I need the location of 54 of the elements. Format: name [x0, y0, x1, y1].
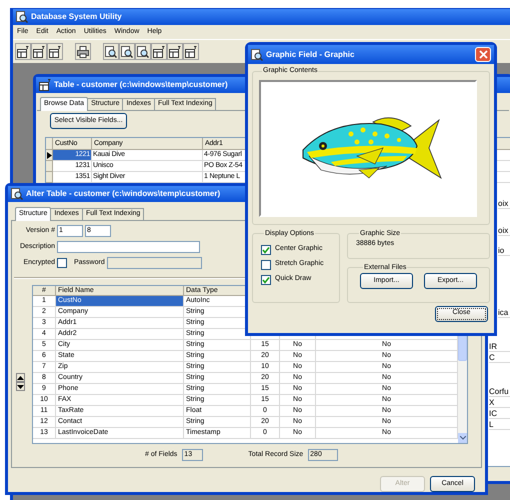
table-icon — [185, 46, 197, 58]
table-cell: IR — [489, 342, 510, 352]
table-cell: io — [498, 246, 510, 256]
chevron-down-icon — [460, 436, 466, 440]
toolbar-button[interactable] — [119, 43, 135, 60]
table-icon — [33, 46, 45, 58]
table-icon — [153, 46, 165, 58]
magnifier-icon — [251, 48, 263, 60]
table-icon — [39, 79, 51, 91]
row-pointer-icon — [46, 152, 52, 158]
toolbar-button[interactable] — [75, 43, 91, 60]
table-cell: Corfu — [489, 387, 510, 397]
window-title: Graphic Field - Graphic — [266, 48, 354, 60]
magnifier-icon — [105, 46, 117, 58]
close-button[interactable] — [475, 47, 491, 62]
toolbar-button[interactable] — [15, 43, 31, 60]
down-arrow-icon — [17, 384, 24, 388]
table-icon — [49, 46, 61, 58]
table-icon — [169, 46, 181, 58]
checkbox[interactable] — [261, 244, 271, 254]
toolbar-button[interactable] — [183, 43, 199, 60]
table-cell: L — [489, 420, 510, 430]
magnifier-icon — [121, 46, 133, 58]
password-field[interactable] — [106, 257, 202, 269]
magnifier-icon — [11, 188, 23, 200]
grid-corner — [46, 138, 53, 150]
window-title: Table - customer (c:\windows\temp\customer) — [54, 79, 228, 91]
description-field[interactable] — [57, 241, 200, 253]
table-icon — [17, 46, 29, 58]
close-icon — [478, 50, 488, 59]
window-title: Alter Table - customer (c:\windows\temp\customer) — [26, 188, 220, 200]
move-up-button[interactable] — [16, 373, 25, 382]
toolbar-button[interactable] — [167, 43, 183, 60]
checkbox[interactable] — [261, 274, 271, 284]
toolbar-button[interactable] — [151, 43, 167, 60]
table-cell: oix — [498, 226, 510, 236]
table-cell: ica — [498, 308, 510, 318]
toolbar-button[interactable] — [47, 43, 63, 60]
window-title: Database System Utility — [31, 11, 122, 23]
table-cell: oix — [498, 199, 510, 209]
printer-icon — [77, 46, 89, 58]
table-cell: C — [489, 353, 510, 363]
row-indicator[interactable] — [46, 150, 53, 161]
table-cell: X — [489, 398, 510, 408]
magnifier-icon — [16, 11, 28, 23]
up-arrow-icon — [17, 376, 24, 380]
magnifier-icon — [137, 46, 149, 58]
table-cell: IC — [489, 409, 510, 419]
toolbar-button[interactable] — [103, 43, 119, 60]
toolbar-button[interactable] — [135, 43, 151, 60]
checkbox[interactable] — [57, 258, 67, 268]
move-down-button[interactable] — [16, 382, 25, 391]
toolbar-button[interactable] — [31, 43, 47, 60]
checkbox[interactable] — [261, 260, 271, 270]
